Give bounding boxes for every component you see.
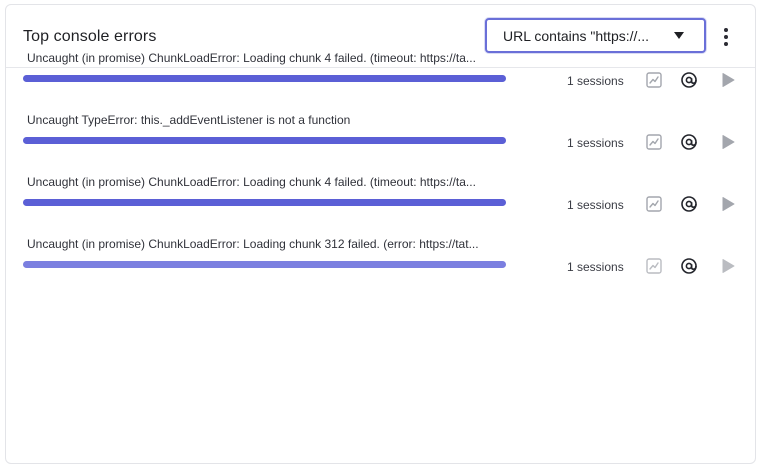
- console-errors-panel: Top console errors URL contains "https:/…: [5, 4, 756, 464]
- error-row: Uncaught (in promise) ChunkLoadError: Lo…: [6, 175, 755, 237]
- at-sign-icon[interactable]: [680, 195, 698, 213]
- error-message[interactable]: Uncaught (in promise) ChunkLoadError: Lo…: [27, 51, 517, 65]
- url-filter-select[interactable]: URL contains "https://...: [485, 18, 706, 53]
- error-row: Uncaught (in promise) ChunkLoadError: Lo…: [6, 51, 755, 113]
- session-bar: [23, 261, 506, 268]
- url-filter-value: URL contains "https://...: [503, 28, 650, 44]
- trend-chart-icon[interactable]: [645, 257, 663, 275]
- play-icon[interactable]: [719, 257, 737, 275]
- session-count: 1 sessions: [567, 198, 624, 212]
- at-sign-icon[interactable]: [680, 257, 698, 275]
- error-row: Uncaught TypeError: this._addEventListen…: [6, 113, 755, 175]
- trend-chart-icon[interactable]: [645, 195, 663, 213]
- play-icon[interactable]: [719, 71, 737, 89]
- more-vertical-icon: [724, 28, 728, 32]
- session-count: 1 sessions: [567, 74, 624, 88]
- session-bar: [23, 75, 506, 82]
- panel-title: Top console errors: [23, 28, 157, 45]
- play-icon[interactable]: [719, 133, 737, 151]
- session-bar-fill: [23, 261, 506, 268]
- trend-chart-icon[interactable]: [645, 133, 663, 151]
- caret-down-icon: [674, 32, 684, 39]
- more-options-button[interactable]: [716, 27, 736, 47]
- at-sign-icon[interactable]: [680, 71, 698, 89]
- session-bar-fill: [23, 75, 506, 82]
- session-bar-fill: [23, 199, 506, 206]
- error-message[interactable]: Uncaught (in promise) ChunkLoadError: Lo…: [27, 175, 517, 189]
- session-bar: [23, 199, 506, 206]
- error-row: Uncaught (in promise) ChunkLoadError: Lo…: [6, 237, 755, 299]
- play-icon[interactable]: [719, 195, 737, 213]
- error-message[interactable]: Uncaught (in promise) ChunkLoadError: Lo…: [27, 237, 517, 251]
- trend-chart-icon[interactable]: [645, 71, 663, 89]
- session-count: 1 sessions: [567, 260, 624, 274]
- session-bar: [23, 137, 506, 144]
- session-bar-fill: [23, 137, 506, 144]
- session-count: 1 sessions: [567, 136, 624, 150]
- error-message[interactable]: Uncaught TypeError: this._addEventListen…: [27, 113, 517, 127]
- at-sign-icon[interactable]: [680, 133, 698, 151]
